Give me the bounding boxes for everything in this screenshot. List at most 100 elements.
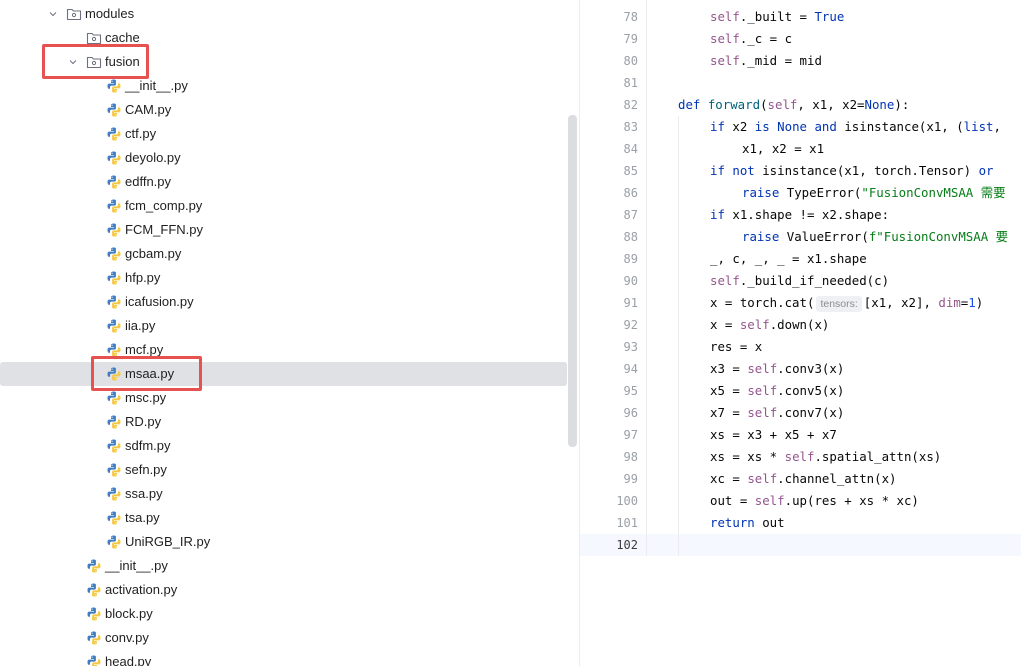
python-file-icon — [107, 175, 121, 189]
code-token: self — [747, 383, 778, 398]
code-token: x7 = — [710, 405, 748, 420]
tree-item-block-py[interactable]: block.py — [0, 602, 567, 626]
indent-guide — [678, 116, 679, 556]
code-token: forward — [707, 97, 761, 112]
code-token: "FusionConvMSAA 需要 — [861, 185, 1006, 200]
tree-item-init-py[interactable]: __init__.py — [0, 554, 567, 578]
code-token: _, c, _, _ = x1.shape — [710, 251, 867, 266]
code-line[interactable]: raise TypeError("FusionConvMSAA 需要 — [742, 182, 1006, 204]
python-file-icon — [107, 415, 121, 429]
python-file-icon — [107, 319, 121, 333]
code-token: self — [710, 9, 740, 24]
tree-item-label: icafusion.py — [125, 294, 194, 309]
python-file-icon — [87, 631, 101, 645]
code-token: .channel_attn(x) — [777, 471, 897, 486]
tree-item-head-py[interactable]: head.py — [0, 650, 567, 666]
code-token: if not — [710, 163, 763, 178]
tree-item-ssa-py[interactable]: ssa.py — [0, 482, 567, 506]
code-line[interactable]: self._built = True — [710, 6, 844, 28]
code-line[interactable]: x7 = self.conv7(x) — [710, 402, 844, 424]
project-tree-scrollbar[interactable] — [568, 115, 577, 447]
code-token: res = x — [710, 339, 763, 354]
code-line[interactable]: x3 = self.conv3(x) — [710, 358, 844, 380]
tree-item-init-py[interactable]: __init__.py — [0, 74, 567, 98]
code-token: x2 — [732, 119, 755, 134]
code-line[interactable]: xs = x3 + x5 + x7 — [710, 424, 837, 446]
tree-item-fcm-comp-py[interactable]: fcm_comp.py — [0, 194, 567, 218]
tree-item-label: msc.py — [125, 390, 167, 405]
tree-item-fcm-ffn-py[interactable]: FCM_FFN.py — [0, 218, 567, 242]
tree-item-modules[interactable]: modules — [0, 2, 567, 26]
tree-item-sdfm-py[interactable]: sdfm.py — [0, 434, 567, 458]
tree-item-msaa-py[interactable]: msaa.py — [0, 362, 567, 386]
tree-item-label: head.py — [105, 654, 152, 666]
code-token: ) — [975, 295, 984, 310]
code-token: dim — [938, 295, 961, 310]
line-number: 80 — [623, 54, 638, 68]
chevron-down-icon[interactable] — [47, 8, 59, 20]
code-token: .conv3(x) — [777, 361, 845, 376]
code-token: self — [710, 53, 740, 68]
code-line[interactable]: if not isinstance(x1, torch.Tensor) or — [710, 160, 993, 182]
tree-item-label: modules — [85, 6, 135, 21]
python-file-icon — [107, 247, 121, 261]
tree-item-activation-py[interactable]: activation.py — [0, 578, 567, 602]
tree-item-gcbam-py[interactable]: gcbam.py — [0, 242, 567, 266]
code-token: x1, x2 = x1 — [742, 141, 825, 156]
line-number: 87 — [623, 208, 638, 222]
tree-item-unirgb-ir-py[interactable]: UniRGB_IR.py — [0, 530, 567, 554]
tree-item-mcf-py[interactable]: mcf.py — [0, 338, 567, 362]
code-line[interactable]: def forward(self, x1, x2=None): — [678, 94, 909, 116]
code-token: isinstance(x1, ( — [844, 119, 964, 134]
tree-item-rd-py[interactable]: RD.py — [0, 410, 567, 434]
tree-item-hfp-py[interactable]: hfp.py — [0, 266, 567, 290]
code-token: ): — [894, 97, 910, 112]
tree-item-msc-py[interactable]: msc.py — [0, 386, 567, 410]
code-line[interactable]: if x2 is None and isinstance(x1, (list, — [710, 116, 1001, 138]
tree-item-sefn-py[interactable]: sefn.py — [0, 458, 567, 482]
tree-item-label: tsa.py — [125, 510, 160, 525]
code-line[interactable]: if x1.shape != x2.shape: — [710, 204, 889, 226]
tree-item-icafusion-py[interactable]: icafusion.py — [0, 290, 567, 314]
tree-item-tsa-py[interactable]: tsa.py — [0, 506, 567, 530]
code-line[interactable]: _, c, _, _ = x1.shape — [710, 248, 867, 270]
line-number: 79 — [623, 32, 638, 46]
code-token: 1 — [968, 295, 976, 310]
code-line[interactable]: x = torch.cat(tensors: [x1, x2], dim=1) — [710, 292, 983, 314]
code-token: if — [710, 207, 733, 222]
tree-item-ctf-py[interactable]: ctf.py — [0, 122, 567, 146]
code-line[interactable]: out = self.up(res + xs * xc) — [710, 490, 919, 512]
indent-guide — [646, 0, 647, 556]
python-file-icon — [87, 559, 101, 573]
code-line[interactable]: self._build_if_needed(c) — [710, 270, 889, 292]
code-token: , x1, x2= — [797, 97, 865, 112]
code-line[interactable]: xc = self.channel_attn(x) — [710, 468, 897, 490]
code-editor[interactable]: 78 self._built = True 79 self._c = c 80 self.… — [580, 0, 1021, 666]
code-line[interactable]: res = x — [710, 336, 762, 358]
code-token: out — [762, 515, 785, 530]
line-number: 84 — [623, 142, 638, 156]
tree-item-edffn-py[interactable]: edffn.py — [0, 170, 567, 194]
tree-item-cam-py[interactable]: CAM.py — [0, 98, 567, 122]
tree-item-deyolo-py[interactable]: deyolo.py — [0, 146, 567, 170]
tree-item-label: conv.py — [105, 630, 149, 645]
tree-item-iia-py[interactable]: iia.py — [0, 314, 567, 338]
code-line[interactable]: return out — [710, 512, 785, 534]
code-line[interactable]: xs = xs * self.spatial_attn(xs) — [710, 446, 941, 468]
code-token: None — [864, 97, 895, 112]
tree-item-label: hfp.py — [125, 270, 161, 285]
code-line[interactable]: x5 = self.conv5(x) — [710, 380, 844, 402]
code-token: , — [993, 119, 1001, 134]
code-line[interactable]: self._mid = mid — [710, 50, 822, 72]
tree-item-label: CAM.py — [125, 102, 172, 117]
line-number: 83 — [623, 120, 638, 134]
code-token: ._c = c — [739, 31, 793, 46]
code-token: isinstance(x1, torch.Tensor) — [762, 163, 979, 178]
parameter-hint: tensors: — [816, 296, 862, 312]
tree-item-conv-py[interactable]: conv.py — [0, 626, 567, 650]
code-token: f"FusionConvMSAA 要 — [868, 229, 1009, 244]
code-line[interactable]: raise ValueError(f"FusionConvMSAA 要 — [742, 226, 1008, 248]
code-line[interactable]: x1, x2 = x1 — [742, 138, 824, 160]
code-line[interactable]: x = self.down(x) — [710, 314, 829, 336]
code-line[interactable]: self._c = c — [710, 28, 792, 50]
